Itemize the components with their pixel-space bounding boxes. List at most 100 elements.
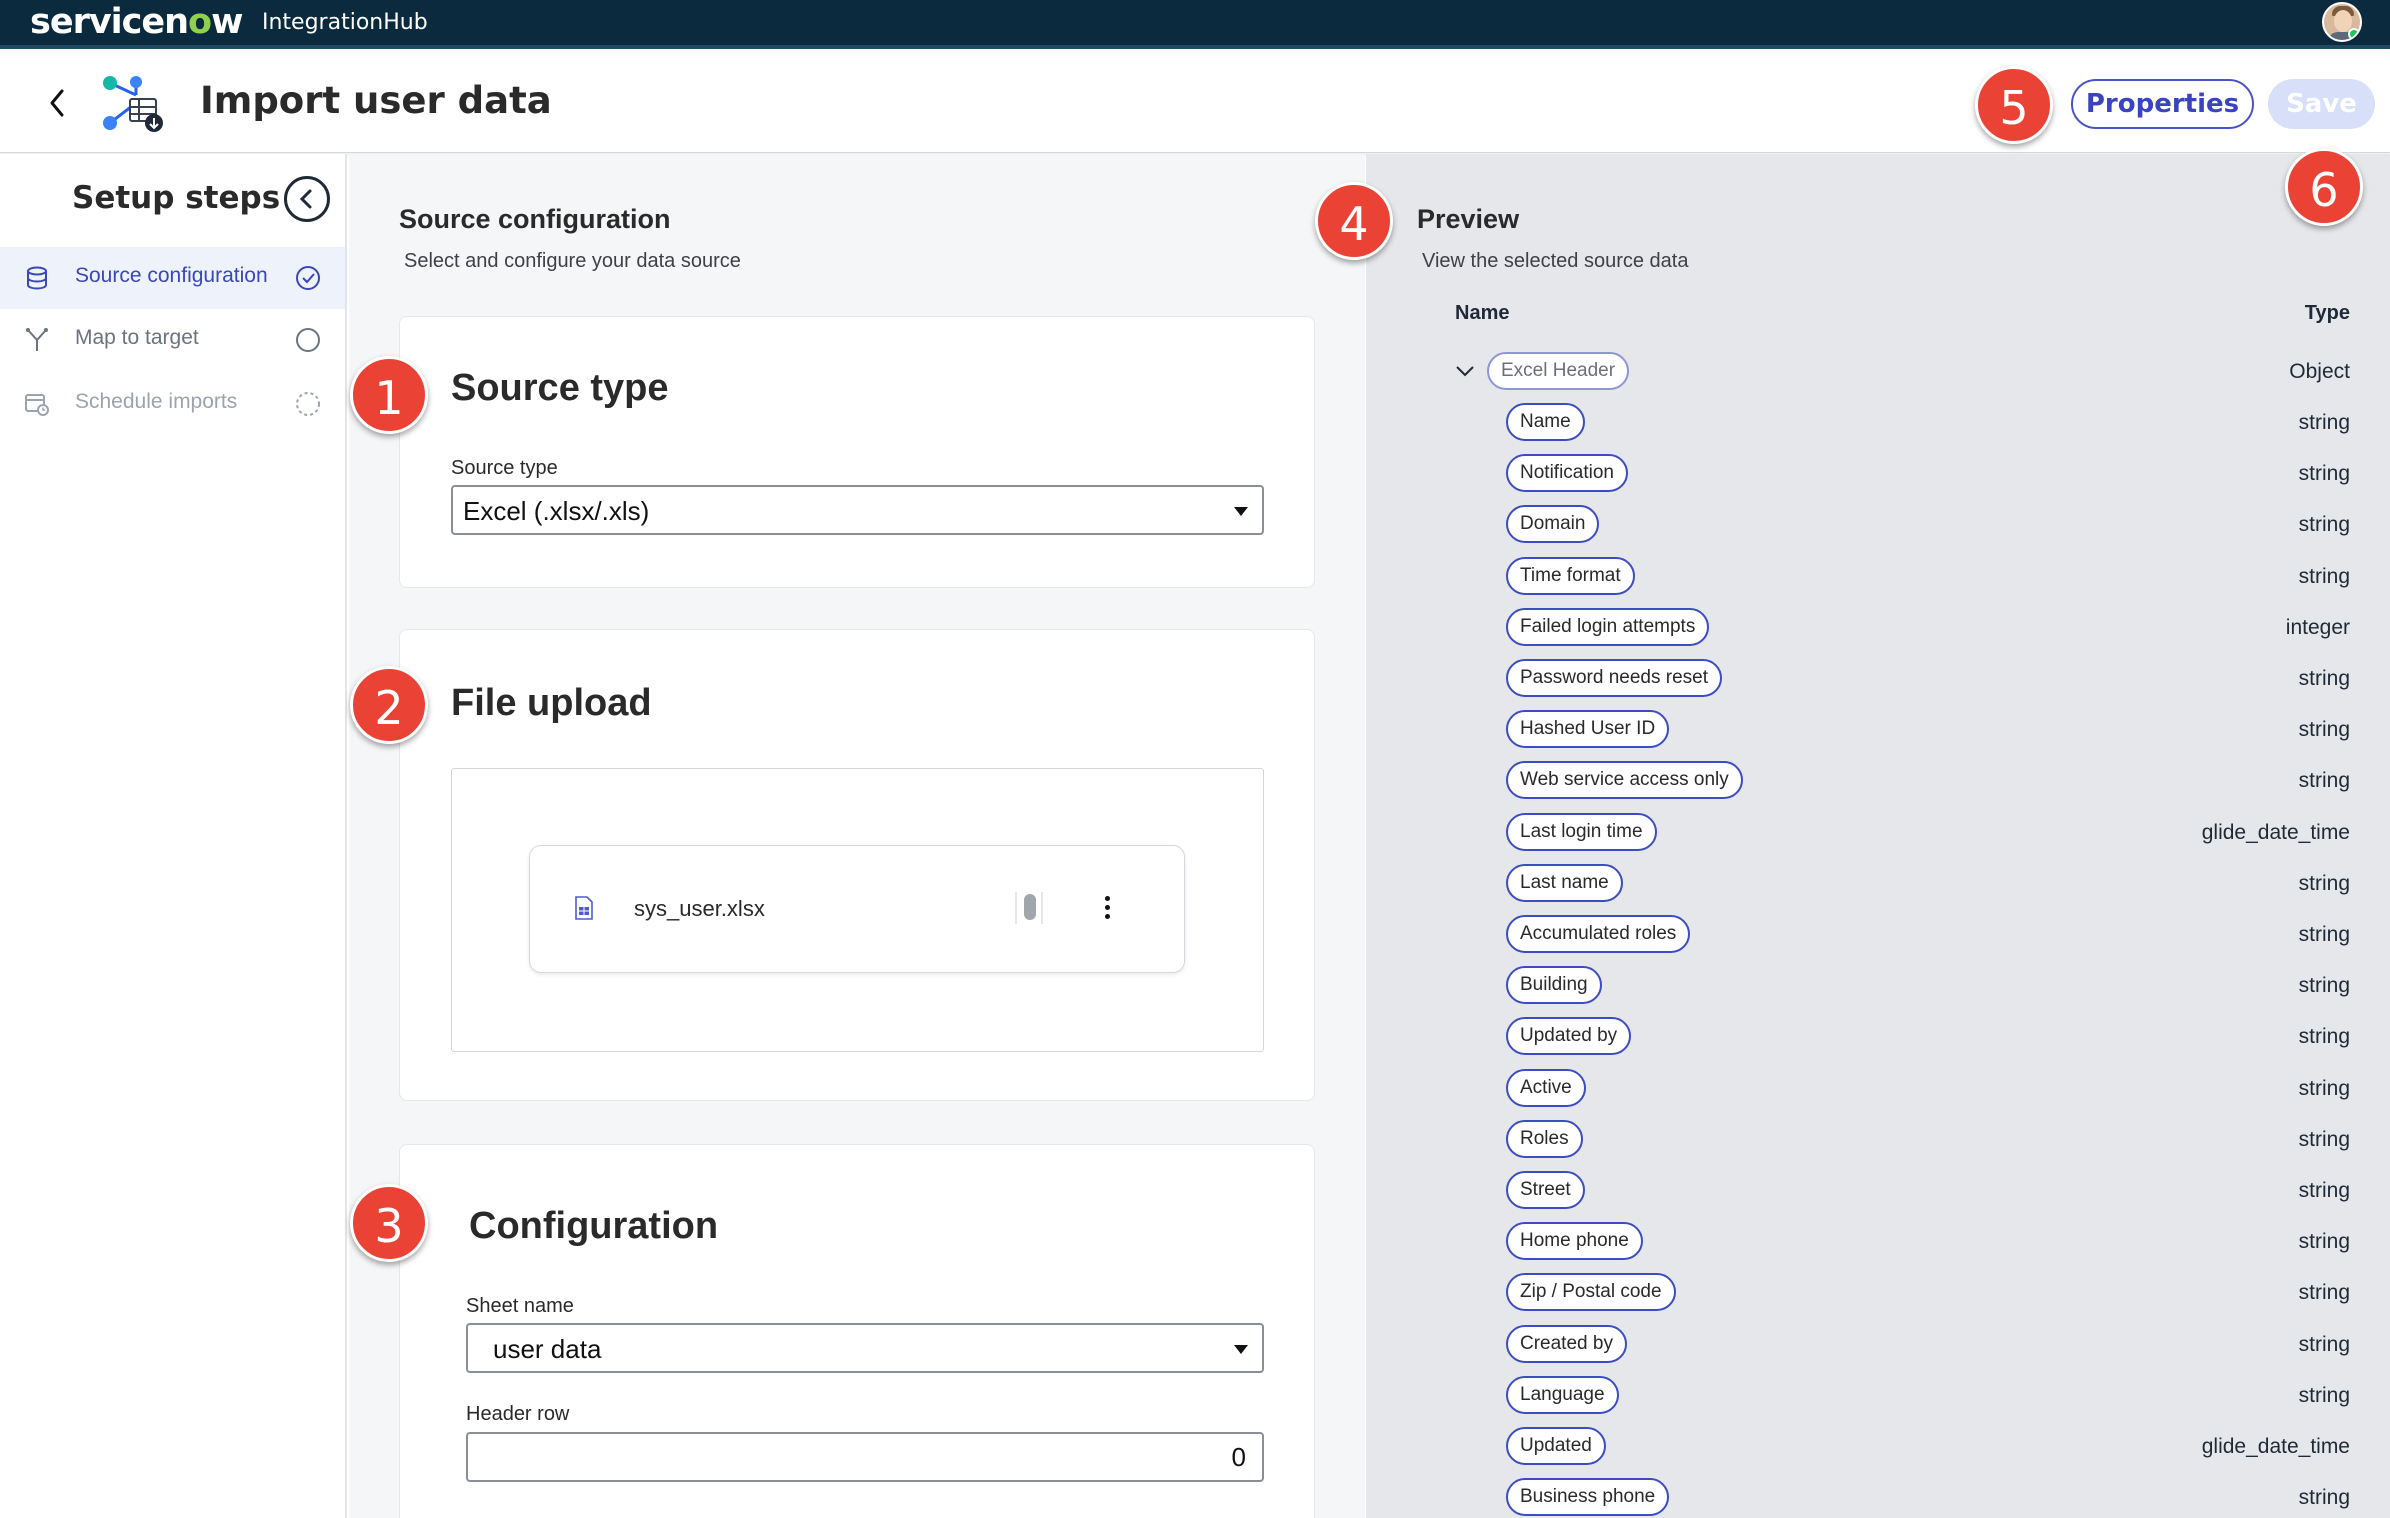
- properties-button[interactable]: Properties: [2071, 79, 2254, 129]
- field-type: string: [2298, 1127, 2350, 1151]
- main-content: Source configuration Select and configur…: [349, 154, 1365, 1518]
- back-button[interactable]: [40, 81, 76, 125]
- field-type: string: [2298, 769, 2350, 793]
- servicenow-logo[interactable]: servicenow: [30, 2, 243, 42]
- preview-field-row: Accumulated roles string: [1366, 915, 2390, 966]
- uploaded-file-chip[interactable]: sys_user.xlsx: [529, 845, 1185, 973]
- field-type: string: [2298, 1230, 2350, 1254]
- field-type: string: [2298, 513, 2350, 537]
- preview-field-row: Roles string: [1366, 1119, 2390, 1171]
- collapse-sidebar-button[interactable]: [284, 176, 330, 222]
- field-pill[interactable]: Building: [1506, 966, 1602, 1005]
- field-type: string: [2298, 923, 2350, 946]
- page-title: Import user data: [200, 79, 552, 122]
- preview-field-row: Password needs reset string: [1366, 659, 2390, 710]
- field-pill[interactable]: Last login time: [1506, 812, 1657, 851]
- field-pill[interactable]: Street: [1506, 1171, 1585, 1209]
- database-icon: [27, 266, 47, 290]
- field-pill[interactable]: Accumulated roles: [1506, 915, 1691, 953]
- sheet-name-label: Sheet name: [466, 1295, 574, 1317]
- field-type: Object: [2289, 360, 2350, 383]
- preview-field-row: Failed login attempts integer: [1366, 607, 2390, 659]
- sidebar-title: Setup steps: [72, 180, 281, 216]
- field-type: string: [2298, 718, 2350, 742]
- field-pill[interactable]: Web service access only: [1506, 761, 1743, 800]
- preview-field-row: Domain string: [1366, 505, 2390, 556]
- field-pill[interactable]: Notification: [1506, 454, 1628, 493]
- preview-field-row: Business phone string: [1366, 1478, 2390, 1518]
- preview-field-row: Hashed User ID string: [1366, 710, 2390, 761]
- file-upload-title: File upload: [451, 682, 652, 724]
- source-type-select[interactable]: Excel (.xlsx/.xls): [451, 485, 1264, 535]
- source-type-value: Excel (.xlsx/.xls): [463, 496, 650, 526]
- field-pill[interactable]: Excel Header: [1487, 352, 1630, 390]
- field-type: string: [2298, 1025, 2350, 1049]
- field-type: string: [2298, 1076, 2350, 1100]
- chevron-down-icon[interactable]: [1454, 360, 1476, 382]
- file-options-button[interactable]: [1095, 890, 1119, 926]
- callout-badge: 3: [350, 1184, 428, 1262]
- field-type: glide_date_time: [2201, 820, 2350, 844]
- top-nav: servicenow IntegrationHub: [0, 0, 2390, 49]
- sheet-name-value: user data: [493, 1334, 602, 1364]
- step-label: Source configuration: [75, 264, 268, 287]
- field-type: string: [2298, 1281, 2350, 1305]
- preview-field-row: Web service access only string: [1366, 761, 2390, 812]
- source-type-title: Source type: [451, 367, 669, 409]
- field-pill[interactable]: Updated by: [1506, 1017, 1632, 1056]
- header-row-label: Header row: [466, 1403, 570, 1425]
- section-heading: Source configuration: [399, 204, 671, 234]
- field-pill[interactable]: Home phone: [1506, 1222, 1643, 1261]
- field-pill[interactable]: Language: [1506, 1375, 1619, 1414]
- preview-field-row: Updated glide_date_time: [1366, 1427, 2390, 1478]
- file-drop-zone[interactable]: sys_user.xlsx: [451, 768, 1264, 1052]
- preview-field-row: Last name string: [1366, 863, 2390, 915]
- field-type: string: [2298, 462, 2350, 486]
- preview-field-row: Name string: [1366, 403, 2390, 454]
- field-pill[interactable]: Hashed User ID: [1506, 710, 1670, 749]
- callout-badge: 2: [350, 666, 428, 744]
- field-type: string: [2298, 1332, 2350, 1356]
- preview-field-row: Zip / Postal code string: [1366, 1273, 2390, 1324]
- field-type: string: [2298, 1179, 2350, 1202]
- field-pill[interactable]: Roles: [1506, 1119, 1583, 1158]
- source-type-label: Source type: [451, 457, 558, 479]
- sidebar-item-schedule-imports[interactable]: Schedule imports: [0, 373, 345, 435]
- column-header-name: Name: [1455, 302, 1510, 324]
- sidebar-item-map-to-target[interactable]: Map to target: [0, 309, 345, 371]
- field-type: glide_date_time: [2201, 1435, 2350, 1458]
- field-pill[interactable]: Last name: [1506, 863, 1623, 902]
- preview-panel: Preview View the selected source data Na…: [1366, 154, 2390, 1518]
- field-pill[interactable]: Time format: [1506, 556, 1635, 595]
- chevron-left-icon: [299, 189, 312, 209]
- field-pill[interactable]: Failed login attempts: [1506, 607, 1710, 646]
- step-label: Schedule imports: [75, 390, 238, 413]
- field-pill[interactable]: Created by: [1506, 1324, 1627, 1363]
- callout-badge: 6: [2285, 148, 2363, 226]
- setup-steps-sidebar: Setup steps Source configuration Map to …: [0, 154, 347, 1518]
- field-pill[interactable]: Password needs reset: [1506, 659, 1722, 697]
- pending-circle-icon: [296, 392, 320, 416]
- drag-handle[interactable]: [1015, 892, 1043, 924]
- field-pill[interactable]: Name: [1506, 403, 1585, 441]
- preview-field-row: Street string: [1366, 1171, 2390, 1222]
- preview-subtitle: View the selected source data: [1422, 250, 1689, 272]
- online-status-icon: [2348, 28, 2360, 40]
- field-pill[interactable]: Active: [1506, 1068, 1586, 1107]
- preview-field-row: Time format string: [1366, 556, 2390, 608]
- preview-field-row: Notification string: [1366, 454, 2390, 505]
- configuration-card: Configuration Sheet name user data Heade…: [399, 1144, 1315, 1518]
- header-row-input[interactable]: [466, 1432, 1264, 1482]
- field-pill[interactable]: Zip / Postal code: [1506, 1273, 1676, 1312]
- field-pill[interactable]: Updated: [1506, 1427, 1606, 1465]
- user-avatar[interactable]: [2322, 2, 2362, 42]
- field-type: string: [2298, 974, 2350, 998]
- sidebar-item-source-configuration[interactable]: Source configuration: [0, 247, 345, 309]
- section-subtitle: Select and configure your data source: [404, 250, 741, 272]
- save-button[interactable]: Save: [2268, 79, 2375, 129]
- preview-field-row: Updated by string: [1366, 1017, 2390, 1068]
- field-pill[interactable]: Business phone: [1506, 1478, 1670, 1517]
- field-pill[interactable]: Domain: [1506, 505, 1600, 544]
- preview-field-row: Active string: [1366, 1068, 2390, 1120]
- sheet-name-select[interactable]: user data: [466, 1323, 1264, 1373]
